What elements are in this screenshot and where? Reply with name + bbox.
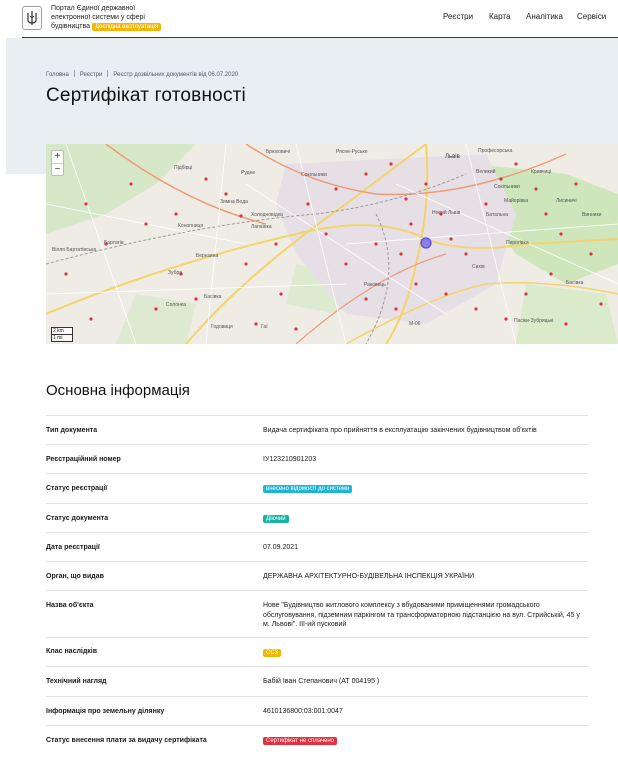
row-value: 4610136800:03:001:0047 bbox=[263, 708, 343, 715]
main-info-title: Основна інформація bbox=[46, 382, 190, 399]
breadcrumb-home[interactable]: Головна bbox=[46, 72, 69, 78]
map-label: Пасіки-Зубрицькі bbox=[514, 318, 554, 324]
breadcrumb-separator bbox=[73, 70, 75, 77]
portal-name-line2: електронної системи у сфері bbox=[51, 14, 145, 21]
map-label: Гаї bbox=[261, 324, 268, 330]
row-label: Дата реєстрації bbox=[46, 544, 100, 551]
map-label: Батальна bbox=[486, 212, 509, 218]
map-scale-mi: 1 mi bbox=[51, 334, 73, 342]
table-row: Реєстраційний номер ІУ123210901203 bbox=[46, 444, 588, 473]
row-value: Діючий bbox=[263, 514, 588, 524]
row-label: Статус внесення плати за видачу сертифік… bbox=[46, 737, 207, 744]
document-status-badge: Діючий bbox=[263, 515, 289, 523]
map-label: Брюховичі bbox=[266, 149, 291, 155]
registration-status-badge: внесено відомості до системи bbox=[263, 485, 353, 493]
row-value: СС3 bbox=[263, 648, 588, 658]
map-label: Лисиничі bbox=[556, 198, 577, 204]
map-label: Раковець bbox=[364, 282, 386, 288]
map-label: Великий bbox=[476, 169, 496, 175]
map-zoom-control: + − bbox=[51, 150, 64, 176]
row-label: Назва об'єкта bbox=[46, 602, 94, 609]
row-label: Інформація про земельну ділянку bbox=[46, 708, 165, 715]
map-label: Новий Львів bbox=[432, 210, 461, 216]
trident-logo-icon[interactable] bbox=[22, 6, 42, 30]
row-label: Статус документа bbox=[46, 515, 109, 522]
table-row: Назва об'єкта Нове "Будівництво житловог… bbox=[46, 590, 588, 637]
map-label: Підбірці bbox=[174, 165, 193, 171]
row-value: внесено відомості до системи bbox=[263, 484, 588, 494]
table-row: Дата реєстрації 07.09.2021 bbox=[46, 532, 588, 561]
page-title: Сертифікат готовності bbox=[46, 85, 246, 106]
row-label: Технічний нагляд bbox=[46, 678, 107, 685]
zoom-in-button[interactable]: + bbox=[52, 151, 63, 163]
map-label: Кривчиці bbox=[531, 169, 552, 175]
map-label: Сокільники bbox=[494, 184, 520, 190]
row-label: Статус реєстрації bbox=[46, 485, 108, 492]
map-label: Солонка bbox=[166, 302, 186, 308]
map-label: М-06 bbox=[409, 321, 421, 327]
table-row: Інформація про земельну ділянку 46101368… bbox=[46, 696, 588, 725]
zoom-out-button[interactable]: − bbox=[52, 163, 63, 175]
table-row: Тип документа Видача сертифіката про при… bbox=[46, 415, 588, 444]
row-label: Тип документа bbox=[46, 427, 98, 434]
row-value: ДЕРЖАВНА АРХІТЕКТУРНО-БУДІВЕЛЬНА ІНСПЕКЦ… bbox=[263, 573, 475, 580]
map-label: Лапаївка bbox=[251, 224, 272, 230]
row-value: Сертифікат не сплачено bbox=[263, 736, 588, 746]
row-label: Орган, що видав bbox=[46, 573, 104, 580]
map-label: Винники bbox=[582, 212, 602, 218]
table-row: Клас наслідків СС3 bbox=[46, 637, 588, 666]
table-row: Статус документа Діючий bbox=[46, 503, 588, 532]
row-value: Видача сертифіката про прийняття в експл… bbox=[263, 427, 537, 434]
breadcrumb-current[interactable]: Реєстр дозвільних документів від 06.07.2… bbox=[113, 72, 238, 78]
breadcrumb-separator bbox=[107, 70, 109, 77]
map-label: Майорівка bbox=[504, 198, 529, 204]
trident-icon bbox=[27, 11, 37, 25]
nav-services[interactable]: Сервіси bbox=[577, 12, 606, 21]
map-label: Басівка bbox=[566, 280, 584, 286]
nav-registries[interactable]: Реєстри bbox=[443, 12, 473, 21]
portal-name-line3-text: будівництва bbox=[51, 23, 91, 30]
row-label: Клас наслідків bbox=[46, 648, 98, 655]
table-row: Технічний нагляд Бабій Іван Степанович (… bbox=[46, 666, 588, 696]
map-label: Пирогівка bbox=[506, 240, 529, 246]
map-label: Вілля Бартатівська bbox=[52, 247, 97, 253]
map-label: Рясне-Руське bbox=[336, 149, 368, 155]
map-label: Львів bbox=[445, 154, 460, 160]
portal-name-line3: будівництва Дослідна експлуатація bbox=[51, 22, 181, 31]
map-label: Березина bbox=[196, 253, 219, 259]
row-value: Бабій Іван Степанович (АТ 004195 ) bbox=[263, 678, 380, 685]
table-row: Орган, що видав ДЕРЖАВНА АРХІТЕКТУРНО-БУ… bbox=[46, 561, 588, 590]
map-label: Бартатів bbox=[104, 240, 124, 246]
map-label: Професорська bbox=[478, 148, 513, 154]
nav-map[interactable]: Карта bbox=[489, 12, 510, 21]
row-value: ІУ123210901203 bbox=[263, 456, 317, 463]
map-label: Зубра bbox=[168, 270, 183, 276]
map-label: Сихів bbox=[472, 264, 485, 270]
map-label: Рудне bbox=[241, 170, 256, 176]
breadcrumb: Головна Реєстри Реєстр дозвільних документ… bbox=[46, 70, 238, 78]
map-label: Зимна Вода bbox=[220, 199, 248, 205]
consequence-class-badge: СС3 bbox=[263, 649, 282, 657]
row-value: 07.09.2021 bbox=[263, 544, 299, 551]
table-row: Статус реєстрації внесено відомості до с… bbox=[46, 473, 588, 503]
row-value: Нове "Будівництво житлового комплексу з … bbox=[263, 602, 580, 628]
map-label: Холодновідка bbox=[251, 212, 283, 218]
map-label: Годовиця bbox=[211, 324, 233, 330]
nav-analytics[interactable]: Аналітика bbox=[526, 12, 563, 21]
location-map[interactable]: + − Львів Рудне Професорська Підбірці Ве… bbox=[46, 144, 618, 344]
payment-status-badge: Сертифікат не сплачено bbox=[263, 737, 338, 745]
top-header: Портал Єдиної державної електронної сист… bbox=[0, 0, 618, 38]
beta-badge: Дослідна експлуатація bbox=[92, 23, 162, 31]
row-label: Реєстраційний номер bbox=[46, 456, 121, 463]
portal-name[interactable]: Портал Єдиної державної електронної сист… bbox=[51, 4, 181, 31]
breadcrumb-registries[interactable]: Реєстри bbox=[80, 72, 103, 78]
map-label: Басівка bbox=[204, 294, 222, 300]
table-row: Статус внесення плати за видачу сертифік… bbox=[46, 725, 588, 757]
portal-name-line1: Портал Єдиної державної bbox=[51, 5, 136, 12]
map-label: Конопниця bbox=[178, 223, 204, 229]
map-label: Сокільники bbox=[301, 172, 327, 178]
